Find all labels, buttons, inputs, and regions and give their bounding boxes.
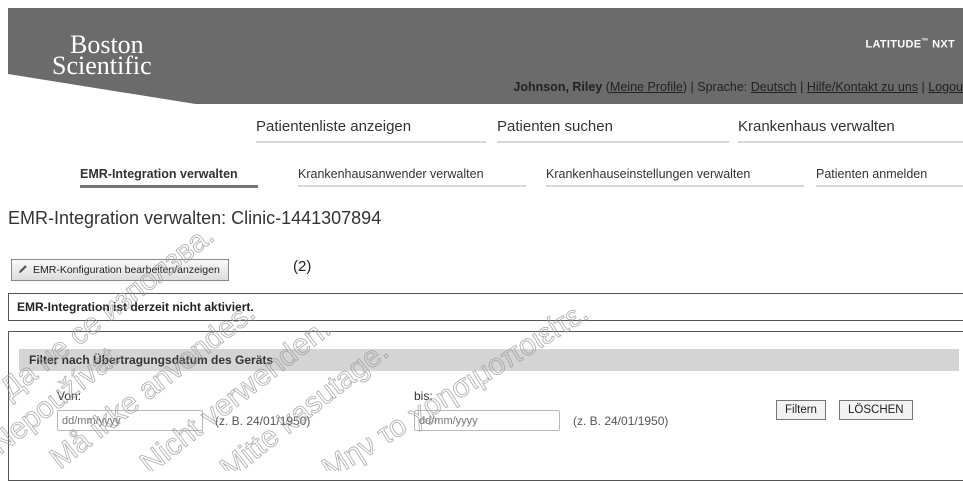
to-date-hint: (z. B. 24/01/1950) <box>573 414 669 428</box>
separator: | <box>690 80 694 94</box>
tab-manage-clinic[interactable]: Krankenhaus verwalten <box>738 118 963 143</box>
filter-panel: Filter nach Übertragungsdatum des Geräts… <box>8 331 963 481</box>
page-title: EMR-Integration verwalten: Clinic-144130… <box>8 208 382 228</box>
subtab-clinic-settings[interactable]: Krankenhauseinstellungen verwalten <box>546 167 804 187</box>
sub-navigation: EMR-Integration verwalten Krankenhausanw… <box>0 167 963 188</box>
product-label: LATITUDE <box>865 38 922 51</box>
status-message: EMR-Integration ist derzeit nicht aktivi… <box>8 293 963 321</box>
product-name: LATITUDE™ NXT <box>865 38 955 51</box>
edit-button-label: EMR-Konfiguration bearbeiten/anzeigen <box>33 264 220 276</box>
to-date-input[interactable] <box>414 410 560 431</box>
to-label: bis: <box>414 389 433 403</box>
language-label: Sprache: <box>697 80 748 94</box>
product-suffix: NXT <box>928 38 955 51</box>
from-date-hint: (z. B. 24/01/1950) <box>215 414 311 428</box>
help-contact-link[interactable]: Hilfe/Kontakt zu uns <box>807 80 918 94</box>
trademark-symbol: ™ <box>921 38 929 45</box>
tab-patient-list[interactable]: Patientenliste anzeigen <box>256 118 486 143</box>
callout-number: (2) <box>293 258 312 275</box>
user-bar: Johnson, Riley (Meine Profile) | Sprache… <box>513 80 963 94</box>
clear-button[interactable]: LÖSCHEN <box>839 400 913 420</box>
pencil-icon <box>19 265 27 273</box>
from-label: Von: <box>57 389 82 403</box>
subtab-clinic-users[interactable]: Krankenhausanwender verwalten <box>298 167 526 187</box>
tab-search-patients[interactable]: Patienten suchen <box>497 118 729 143</box>
logo-line2: Scientific <box>52 51 152 80</box>
boston-scientific-logo: Boston Scientific <box>52 32 152 80</box>
filter-heading: Filter nach Übertragungsdatum des Geräts <box>19 349 959 371</box>
user-name: Johnson, Riley <box>513 80 603 94</box>
separator: | <box>800 80 804 94</box>
logout-link[interactable]: Logou <box>928 80 963 94</box>
subtab-emr-integration[interactable]: EMR-Integration verwalten <box>80 167 258 188</box>
edit-emr-config-button[interactable]: EMR-Konfiguration bearbeiten/anzeigen <box>11 259 229 281</box>
language-link[interactable]: Deutsch <box>751 80 797 94</box>
main-navigation: Patientenliste anzeigen Patienten suchen… <box>0 118 963 144</box>
subtab-enroll-patients[interactable]: Patienten anmelden <box>816 167 963 187</box>
filter-button[interactable]: Filtern <box>776 400 826 420</box>
separator: | <box>921 80 925 94</box>
from-date-input[interactable] <box>57 410 203 431</box>
profile-link[interactable]: Meine Profile <box>610 80 683 94</box>
